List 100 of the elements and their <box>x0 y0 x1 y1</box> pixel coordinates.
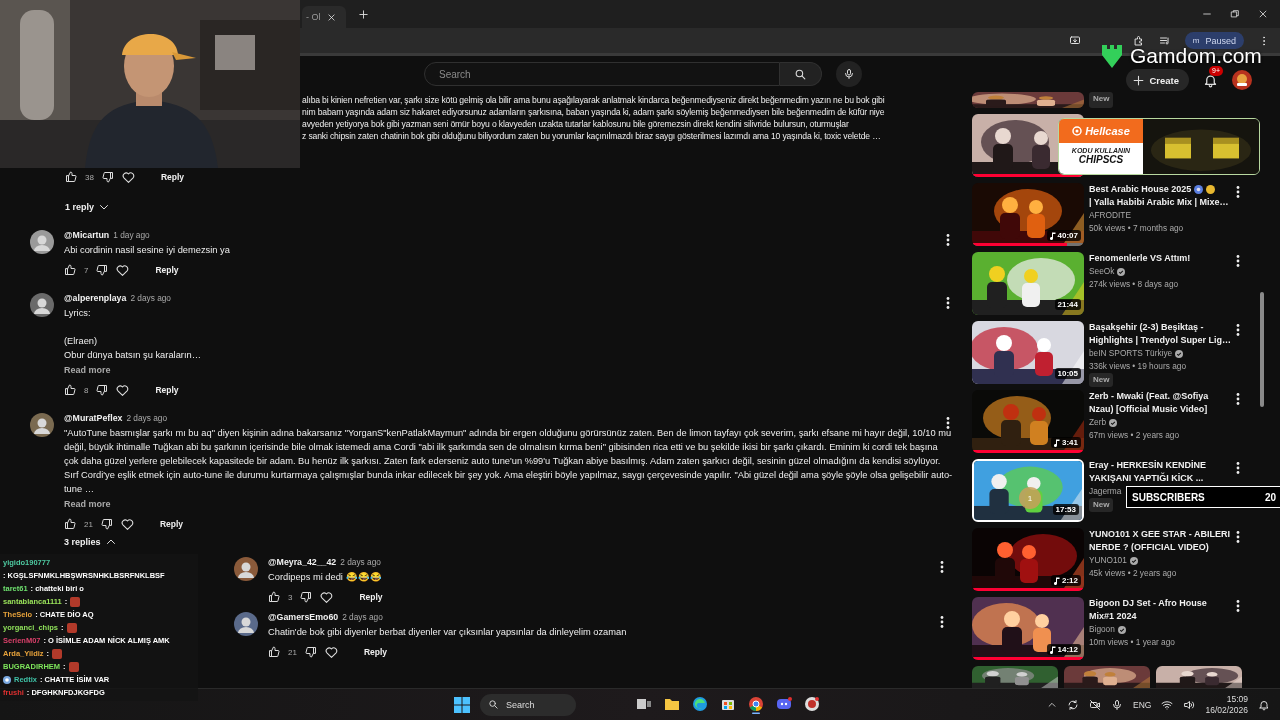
comment-author[interactable]: @Micartun <box>64 230 110 240</box>
scrollbar-thumb[interactable] <box>1260 292 1264 407</box>
extensions-icon[interactable] <box>1132 34 1145 47</box>
video-title[interactable]: Başakşehir (2-3) Beşiktaş - <box>1089 321 1231 334</box>
replies-toggle[interactable]: 1 reply <box>65 198 111 216</box>
close-icon[interactable] <box>1258 9 1268 19</box>
microphone-button[interactable] <box>836 61 862 87</box>
video-title[interactable]: Nzau) [Official Music Video] <box>1089 403 1231 416</box>
avatar-icon[interactable] <box>234 612 258 636</box>
comment-author[interactable]: @alperenplaya <box>64 293 127 303</box>
reply-button[interactable]: Reply <box>147 262 187 278</box>
video-title[interactable]: Eray - HERKESİN KENDİNE <box>1089 459 1231 472</box>
replies-toggle[interactable]: 3 replies <box>64 533 954 551</box>
dislike-icon[interactable] <box>101 171 114 183</box>
read-more-link[interactable]: Read more <box>64 496 111 511</box>
channel-name[interactable]: SeeOk <box>1089 265 1115 278</box>
avatar-icon[interactable] <box>30 413 54 437</box>
dislike-icon[interactable] <box>300 591 313 603</box>
heart-icon[interactable] <box>120 517 134 531</box>
avatar-icon[interactable] <box>30 230 54 254</box>
volume-icon[interactable] <box>1183 698 1196 711</box>
app-icon[interactable] <box>804 695 820 712</box>
video-title[interactable]: | Yalla Habibi Arabic Mix | Mixe… <box>1089 196 1231 209</box>
dislike-icon[interactable] <box>96 384 109 396</box>
notifications-icon[interactable] <box>1258 698 1270 711</box>
reply-button[interactable]: Reply <box>351 589 391 605</box>
channel-name[interactable]: AFRODITE <box>1089 209 1131 222</box>
channel-name[interactable]: Jagerma <box>1089 485 1122 498</box>
like-icon[interactable] <box>268 646 280 658</box>
chrome-icon[interactable] <box>748 695 764 714</box>
notifications-icon[interactable] <box>1203 72 1218 88</box>
channel-name[interactable]: Zerb <box>1089 416 1107 429</box>
more-options-icon[interactable] <box>940 616 944 628</box>
camera-off-icon[interactable] <box>1089 698 1102 711</box>
dislike-icon[interactable] <box>96 264 109 276</box>
like-icon[interactable] <box>64 518 76 530</box>
more-options-icon[interactable] <box>1236 255 1240 267</box>
clock[interactable]: 15:09 16/02/2026 <box>1205 693 1248 716</box>
search-field[interactable]: Search <box>424 62 780 86</box>
language-indicator[interactable]: ENG <box>1133 699 1152 710</box>
video-title[interactable]: YAKIŞANI YAPTIĞI KİCK ... <box>1089 472 1231 485</box>
heart-icon[interactable] <box>121 170 135 184</box>
heart-icon[interactable] <box>116 263 130 277</box>
browser-app-icon[interactable] <box>692 695 708 712</box>
video-title[interactable]: Fenomenlerle VS Attım! <box>1089 252 1231 265</box>
comment-author[interactable]: @GamersEmo60 <box>268 612 339 622</box>
video-title[interactable]: NERDE ? (OFFICIAL VIDEO) <box>1089 541 1231 554</box>
avatar-icon[interactable] <box>30 293 54 317</box>
dislike-icon[interactable] <box>100 518 113 530</box>
more-options-icon[interactable] <box>1236 462 1240 474</box>
video-title[interactable]: Highlights | Trendyol Super Lig… <box>1089 334 1231 347</box>
comment-author[interactable]: @Meyra_42__42 <box>268 557 337 567</box>
dislike-icon[interactable] <box>304 646 317 658</box>
more-options-icon[interactable] <box>940 561 944 573</box>
reply-button[interactable]: Reply <box>152 169 193 185</box>
read-more-link[interactable]: Read more <box>64 362 111 377</box>
like-icon[interactable] <box>65 171 77 183</box>
more-options-icon[interactable] <box>946 297 950 309</box>
like-icon[interactable] <box>268 591 280 603</box>
reply-button[interactable]: Reply <box>151 516 192 532</box>
search-button[interactable] <box>780 62 822 86</box>
video-title[interactable]: Mix#1 2024 <box>1089 610 1231 623</box>
video-title[interactable]: YUNO101 X GEE STAR - ABILERI <box>1089 528 1231 541</box>
more-options-icon[interactable] <box>1236 393 1240 405</box>
avatar-icon[interactable] <box>234 557 258 581</box>
comment-author[interactable]: @MuratPeflex <box>64 413 123 423</box>
account-avatar-icon[interactable] <box>1232 70 1252 90</box>
heart-icon[interactable] <box>320 590 334 604</box>
heart-icon[interactable] <box>116 383 130 397</box>
video-title[interactable]: Zerb - Mwaki (Feat. @Sofiya <box>1089 390 1231 403</box>
create-button[interactable]: Create <box>1126 69 1189 91</box>
sync-icon[interactable] <box>1067 698 1080 711</box>
reply-button[interactable]: Reply <box>355 644 396 660</box>
video-title[interactable]: Best Arabic House 2025 <box>1089 183 1192 196</box>
more-options-icon[interactable] <box>946 417 950 429</box>
more-options-icon[interactable] <box>1236 324 1240 336</box>
more-options-icon[interactable] <box>1236 186 1240 198</box>
browser-tab[interactable]: - Ol <box>302 6 346 28</box>
wifi-icon[interactable] <box>1161 698 1174 711</box>
heart-icon[interactable] <box>324 645 338 659</box>
chat-app-icon[interactable] <box>776 695 792 712</box>
channel-name[interactable]: YUNO101 <box>1089 554 1127 567</box>
taskbar-search-field[interactable]: Search <box>480 693 576 716</box>
windows-start-icon[interactable] <box>454 696 470 713</box>
install-app-icon[interactable] <box>1068 34 1081 47</box>
like-icon[interactable] <box>64 264 76 276</box>
media-queue-icon[interactable] <box>1158 34 1171 47</box>
more-options-icon[interactable] <box>1236 531 1240 543</box>
more-options-icon[interactable] <box>946 234 950 246</box>
restore-icon[interactable] <box>1230 9 1240 19</box>
reply-button[interactable]: Reply <box>147 382 187 398</box>
channel-name[interactable]: Bigoon <box>1089 623 1115 636</box>
microphone-icon[interactable] <box>1111 698 1124 711</box>
profile-button[interactable]: m Paused <box>1184 32 1244 49</box>
more-options-icon[interactable] <box>1236 600 1240 612</box>
close-icon[interactable] <box>326 12 336 22</box>
new-tab-icon[interactable] <box>358 8 369 20</box>
channel-name[interactable]: beIN SPORTS Türkiye <box>1089 347 1173 360</box>
like-icon[interactable] <box>64 384 76 396</box>
video-title[interactable]: Bigoon DJ Set - Afro House <box>1089 597 1231 610</box>
